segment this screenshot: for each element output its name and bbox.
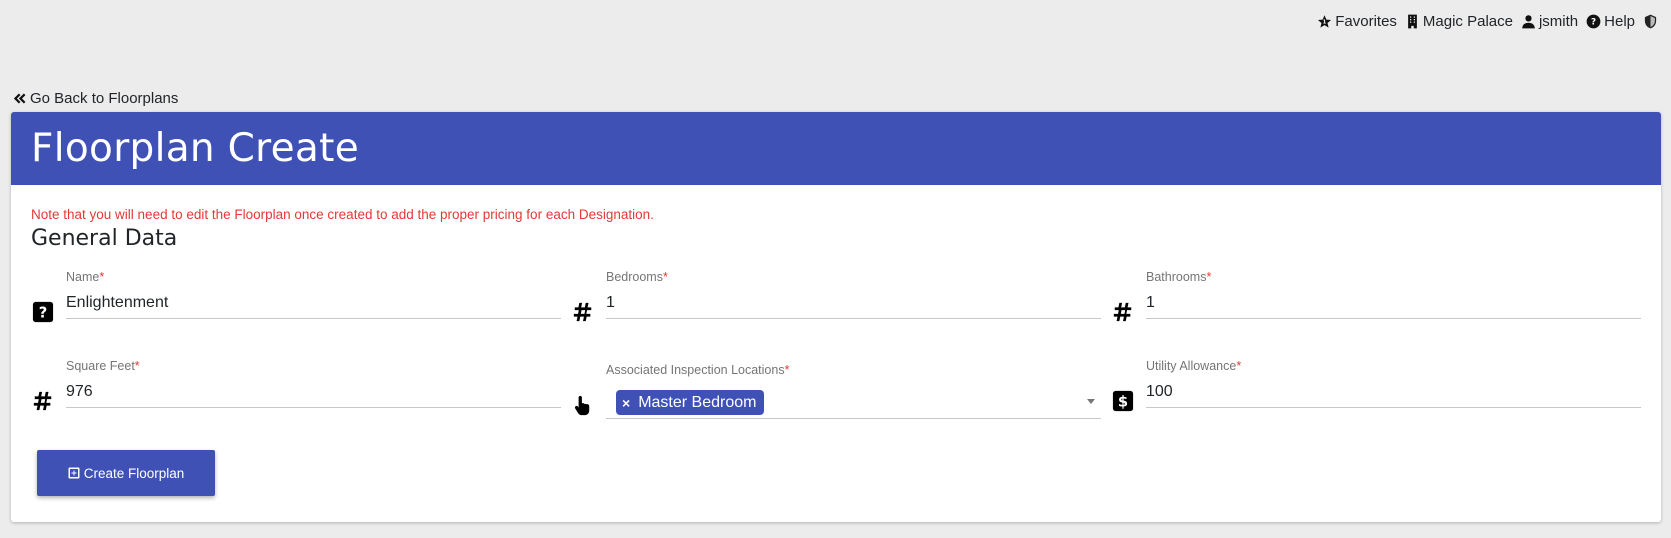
- top-nav: 1 Favorites Magic Palace jsmith ? Help: [1317, 13, 1658, 30]
- bedrooms-input[interactable]: [606, 287, 1101, 319]
- hand-pointer-icon: [574, 395, 590, 416]
- create-floorplan-button[interactable]: Create Floorplan: [37, 450, 215, 496]
- square-feet-field: Square Feet*: [31, 359, 571, 419]
- section-title: General Data: [31, 226, 178, 251]
- nav-property-label: Magic Palace: [1422, 13, 1513, 30]
- nav-user[interactable]: jsmith: [1521, 13, 1578, 30]
- svg-text:?: ?: [39, 305, 48, 322]
- plus-square-icon: [68, 467, 80, 479]
- square-feet-label: Square Feet*: [66, 359, 140, 373]
- hashtag-icon: [573, 302, 592, 322]
- shield-icon: [1644, 14, 1657, 29]
- svg-text:?: ?: [1591, 18, 1596, 28]
- nav-help[interactable]: ? Help: [1586, 13, 1635, 30]
- nav-user-label: jsmith: [1538, 13, 1579, 30]
- inspection-locations-select[interactable]: × Master Bedroom: [606, 383, 1101, 419]
- double-chevron-left-icon: [13, 93, 26, 104]
- bathrooms-field: Bathrooms*: [1111, 270, 1651, 330]
- utility-allowance-field: $ Utility Allowance*: [1111, 359, 1651, 419]
- utility-allowance-input[interactable]: [1146, 376, 1641, 408]
- inspection-locations-label: Associated Inspection Locations*: [606, 363, 790, 377]
- nav-shield[interactable]: [1643, 14, 1658, 29]
- back-to-floorplans-link[interactable]: Go Back to Floorplans: [12, 90, 178, 107]
- name-field: ? Name*: [31, 270, 571, 330]
- dollar-square-icon: $: [1112, 390, 1134, 412]
- nav-help-label: Help: [1604, 13, 1635, 30]
- svg-text:$: $: [1118, 394, 1128, 411]
- square-feet-input[interactable]: [66, 376, 561, 408]
- nav-favorites-label: Favorites: [1335, 13, 1397, 30]
- building-icon: [1408, 14, 1417, 29]
- floorplan-create-card: Floorplan Create Note that you will need…: [11, 112, 1661, 522]
- chip-label: Master Bedroom: [638, 393, 757, 411]
- card-header: Floorplan Create: [11, 112, 1661, 185]
- name-input[interactable]: [66, 287, 561, 319]
- pricing-note: Note that you will need to edit the Floo…: [31, 207, 654, 222]
- bathrooms-input[interactable]: [1146, 287, 1641, 319]
- question-square-icon: ?: [32, 301, 54, 323]
- bedrooms-field: Bedrooms*: [571, 270, 1111, 330]
- nav-property[interactable]: Magic Palace: [1405, 13, 1513, 30]
- back-link-label: Go Back to Floorplans: [30, 90, 179, 107]
- name-label: Name*: [66, 270, 105, 284]
- bedrooms-label: Bedrooms*: [606, 270, 668, 284]
- nav-favorites[interactable]: 1 Favorites: [1317, 13, 1397, 30]
- star-icon: 1: [1318, 15, 1332, 28]
- question-circle-icon: ?: [1586, 14, 1601, 29]
- page-title: Floorplan Create: [31, 126, 360, 171]
- chip-remove-button[interactable]: ×: [622, 395, 630, 411]
- utility-allowance-label: Utility Allowance*: [1146, 359, 1242, 373]
- bathrooms-label: Bathrooms*: [1146, 270, 1212, 284]
- create-floorplan-label: Create Floorplan: [83, 465, 185, 481]
- selected-location-chip: × Master Bedroom: [616, 390, 765, 415]
- chevron-down-icon[interactable]: [1087, 399, 1095, 404]
- inspection-locations-field: Associated Inspection Locations* × Maste…: [571, 363, 1111, 423]
- svg-text:1: 1: [1323, 19, 1327, 25]
- hashtag-icon: [1113, 302, 1132, 322]
- user-icon: [1522, 15, 1535, 29]
- hashtag-icon: [33, 391, 52, 411]
